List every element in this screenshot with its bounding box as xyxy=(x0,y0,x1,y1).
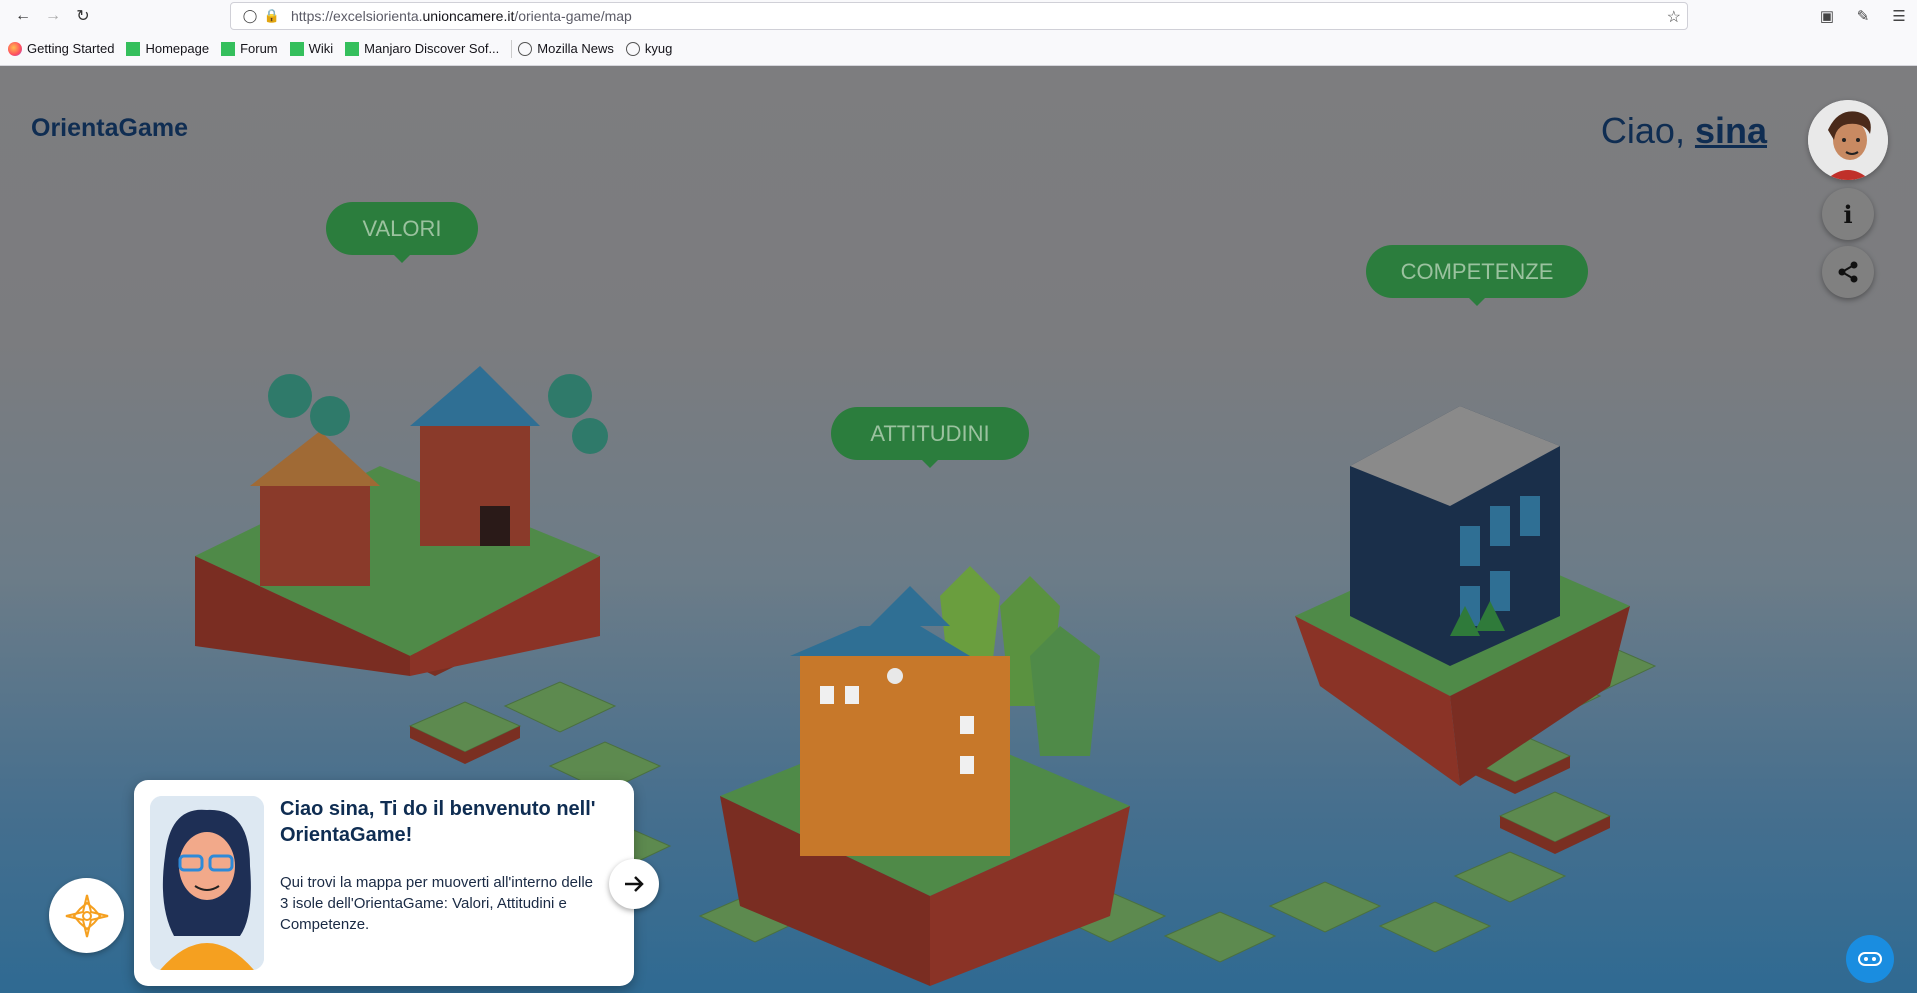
next-button[interactable] xyxy=(609,859,659,909)
manjaro-icon xyxy=(126,41,141,56)
arrow-right-icon xyxy=(625,876,644,892)
valori-label[interactable]: VALORI xyxy=(326,202,478,263)
manjaro-icon xyxy=(289,41,304,56)
forward-icon[interactable]: → xyxy=(38,1,68,31)
extensions-icon[interactable]: ✎ xyxy=(1845,7,1881,25)
welcome-card: Ciao sina, Ti do il benvenuto nell' Orie… xyxy=(134,780,634,986)
manjaro-icon xyxy=(345,41,360,56)
url-prefix: https://excelsiorienta. xyxy=(291,8,423,24)
compass-button[interactable] xyxy=(49,878,124,953)
username-link[interactable]: sina xyxy=(1695,110,1767,151)
attitudini-label[interactable]: ATTITUDINI xyxy=(831,407,1029,468)
menu-icon[interactable]: ☰ xyxy=(1881,7,1917,25)
globe-icon xyxy=(625,41,640,56)
bookmark-wiki[interactable]: Wiki xyxy=(289,41,333,56)
bookmark-mozilla-news[interactable]: Mozilla News xyxy=(518,41,614,56)
competenze-island[interactable] xyxy=(1290,396,1670,796)
greeting-prefix: Ciao, xyxy=(1600,110,1695,151)
shield-icon[interactable]: ◯ xyxy=(239,8,261,24)
valori-island[interactable] xyxy=(180,336,640,676)
browser-toolbar: ← → ↻ ◯ 🔒 https://excelsiorienta. unionca… xyxy=(0,0,1917,32)
info-button[interactable]: i xyxy=(1822,188,1874,240)
game-map-page: VALORI ATTITUDINI COMPETENZE OrientaGame xyxy=(0,66,1917,993)
firefox-icon xyxy=(8,41,22,56)
bookmark-manjaro-discover[interactable]: Manjaro Discover Sof... xyxy=(345,41,499,56)
url-domain: unioncamere.it xyxy=(422,8,515,24)
share-icon xyxy=(1838,261,1858,283)
pocket-icon[interactable]: ▣ xyxy=(1809,7,1845,25)
bookmarks-bar: Getting Started Homepage Forum Wiki Manj… xyxy=(0,32,1917,66)
chat-icon xyxy=(1858,952,1882,966)
attitudini-island[interactable] xyxy=(700,566,1140,986)
globe-icon xyxy=(518,41,533,56)
bookmark-star-icon[interactable]: ☆ xyxy=(1667,7,1681,27)
share-button[interactable] xyxy=(1822,246,1874,298)
bookmark-kyug[interactable]: kyug xyxy=(625,41,672,56)
competenze-label[interactable]: COMPETENZE xyxy=(1366,245,1588,306)
reload-icon[interactable]: ↻ xyxy=(68,1,98,31)
compass-icon xyxy=(65,894,108,937)
welcome-body: Qui trovi la mappa per muoverti all'inte… xyxy=(280,874,594,933)
manjaro-icon xyxy=(221,41,236,56)
greeting: Ciao, sina xyxy=(1601,110,1767,152)
bookmark-homepage[interactable]: Homepage xyxy=(126,41,209,56)
bookmark-separator xyxy=(511,39,513,58)
bookmark-forum[interactable]: Forum xyxy=(221,41,278,56)
chat-button[interactable] xyxy=(1846,935,1894,983)
guide-character-image xyxy=(150,796,264,970)
lock-icon[interactable]: 🔒 xyxy=(261,8,283,24)
toolbar-right-icons: ▣ ✎ ☰ xyxy=(1809,0,1917,32)
url-path: /orienta-game/map xyxy=(514,8,632,24)
address-bar[interactable]: ◯ 🔒 https://excelsiorienta. unioncamere.i… xyxy=(230,2,1688,30)
avatar-icon xyxy=(1808,100,1888,180)
welcome-title: Ciao sina, Ti do il benvenuto nell' Orie… xyxy=(280,798,596,846)
back-icon[interactable]: ← xyxy=(8,1,38,31)
bookmark-getting-started[interactable]: Getting Started xyxy=(8,41,114,56)
orientagame-logo[interactable]: OrientaGame xyxy=(31,114,188,143)
user-avatar[interactable] xyxy=(1808,100,1888,180)
